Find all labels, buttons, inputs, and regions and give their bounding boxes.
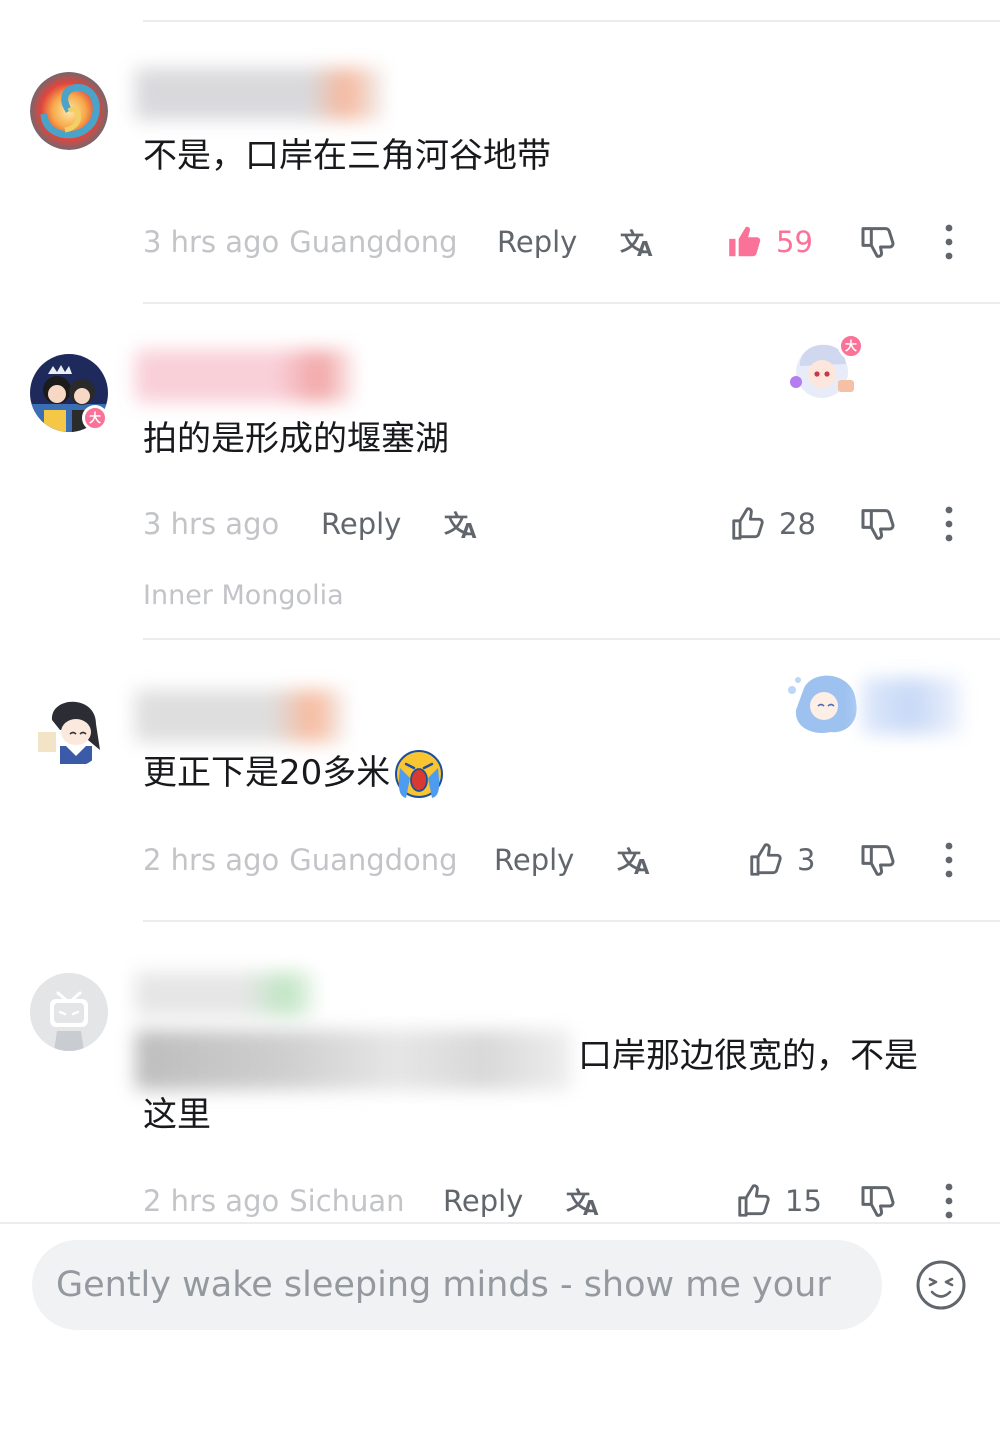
decoration-sticker: [784, 668, 864, 738]
divider: [143, 20, 1000, 22]
comment-input[interactable]: Gently wake sleeping minds - show me you…: [32, 1240, 882, 1330]
reply-button[interactable]: Reply: [494, 840, 574, 880]
like-count: 3: [797, 843, 816, 877]
username-blurred[interactable]: [135, 68, 383, 120]
svg-text:A: A: [583, 1196, 599, 1219]
comment-composer: Gently wake sleeping minds - show me you…: [0, 1222, 1000, 1431]
translate-icon[interactable]: 文A: [617, 842, 655, 879]
divider: [143, 302, 1000, 304]
username-blurred[interactable]: [135, 972, 315, 1016]
avatar-badge: 大: [82, 405, 108, 431]
timestamp: 2 hrs ago: [143, 1184, 280, 1218]
location: Inner Mongolia: [143, 580, 344, 611]
like-count: 15: [785, 1184, 822, 1218]
like-count: 59: [776, 225, 813, 259]
thumbs-up-icon: [732, 507, 764, 540]
divider: [143, 638, 1000, 640]
like-button[interactable]: 15: [735, 1179, 822, 1223]
more-options-button[interactable]: [935, 1181, 963, 1221]
username-blurred[interactable]: [135, 690, 345, 742]
like-button[interactable]: 3: [747, 838, 815, 882]
decoration-badge: 大: [838, 333, 864, 359]
svg-text:A: A: [461, 519, 477, 542]
more-options-button[interactable]: [935, 504, 963, 544]
translate-icon[interactable]: 文A: [620, 224, 658, 261]
mention-blurred[interactable]: [135, 1030, 571, 1090]
decoration-label-blurred: [862, 678, 962, 734]
dislike-button[interactable]: [858, 222, 898, 262]
comment-text: 不是，口岸在三角河谷地带: [143, 136, 551, 176]
reply-button[interactable]: Reply: [321, 504, 401, 544]
more-vertical-icon: [945, 506, 953, 542]
comment-meta: 2 hrs ago Guangdong Reply 文A: [143, 840, 650, 880]
timestamp: 3 hrs ago: [143, 507, 280, 541]
comment-text-row: 更正下是20多米: [143, 744, 446, 802]
more-vertical-icon: [945, 842, 953, 878]
like-button[interactable]: 28: [729, 502, 816, 546]
comment-text-continuation: 这里: [143, 1095, 211, 1135]
comment-meta: 3 hrs ago Reply 文A: [143, 504, 477, 544]
thumbs-down-icon: [861, 227, 895, 258]
thumbs-up-icon: [750, 843, 782, 876]
thumbs-up-filled-icon: [729, 226, 761, 257]
default-avatar-icon: [30, 973, 108, 1051]
comment-text: 口岸那边很宽的，不是: [578, 1036, 918, 1076]
translate-icon[interactable]: 文A: [444, 506, 482, 543]
svg-text:A: A: [634, 855, 650, 878]
avatar[interactable]: [30, 690, 108, 768]
comment-text: 更正下是20多米: [143, 753, 391, 793]
location: Guangdong: [289, 225, 458, 259]
timestamp: 2 hrs ago: [143, 843, 280, 877]
dislike-button[interactable]: [858, 504, 898, 544]
more-vertical-icon: [945, 224, 953, 260]
thumbs-up-icon: [738, 1184, 770, 1217]
username-blurred[interactable]: [135, 350, 353, 402]
location: Guangdong: [289, 843, 458, 877]
timestamp: 3 hrs ago: [143, 225, 280, 259]
more-vertical-icon: [945, 1183, 953, 1219]
emoji-icon: [916, 1260, 966, 1310]
avatar-image: [30, 72, 108, 150]
translate-icon[interactable]: 文A: [566, 1183, 604, 1220]
comment-meta: 2 hrs ago Sichuan Reply 文A: [143, 1181, 599, 1221]
thumbs-down-icon: [861, 845, 895, 876]
reply-button[interactable]: Reply: [443, 1181, 523, 1221]
thumbs-down-icon: [861, 1186, 895, 1217]
thumbs-down-icon: [861, 509, 895, 540]
more-options-button[interactable]: [935, 840, 963, 880]
emoji-button[interactable]: [915, 1259, 967, 1311]
dislike-button[interactable]: [858, 840, 898, 880]
avatar-image: [30, 690, 108, 768]
more-options-button[interactable]: [935, 222, 963, 262]
reply-button[interactable]: Reply: [497, 222, 577, 262]
divider: [143, 920, 1000, 922]
like-count: 28: [779, 507, 816, 541]
crying-emoji-icon: [392, 746, 446, 800]
comment-text: 拍的是形成的堰塞湖: [143, 419, 449, 459]
like-button[interactable]: 59: [726, 220, 813, 264]
avatar[interactable]: [30, 973, 108, 1051]
svg-text:A: A: [637, 237, 653, 260]
avatar[interactable]: [30, 72, 108, 150]
comment-meta: 3 hrs ago Guangdong Reply 文A: [143, 222, 653, 262]
dislike-button[interactable]: [858, 1181, 898, 1221]
location: Sichuan: [289, 1184, 405, 1218]
